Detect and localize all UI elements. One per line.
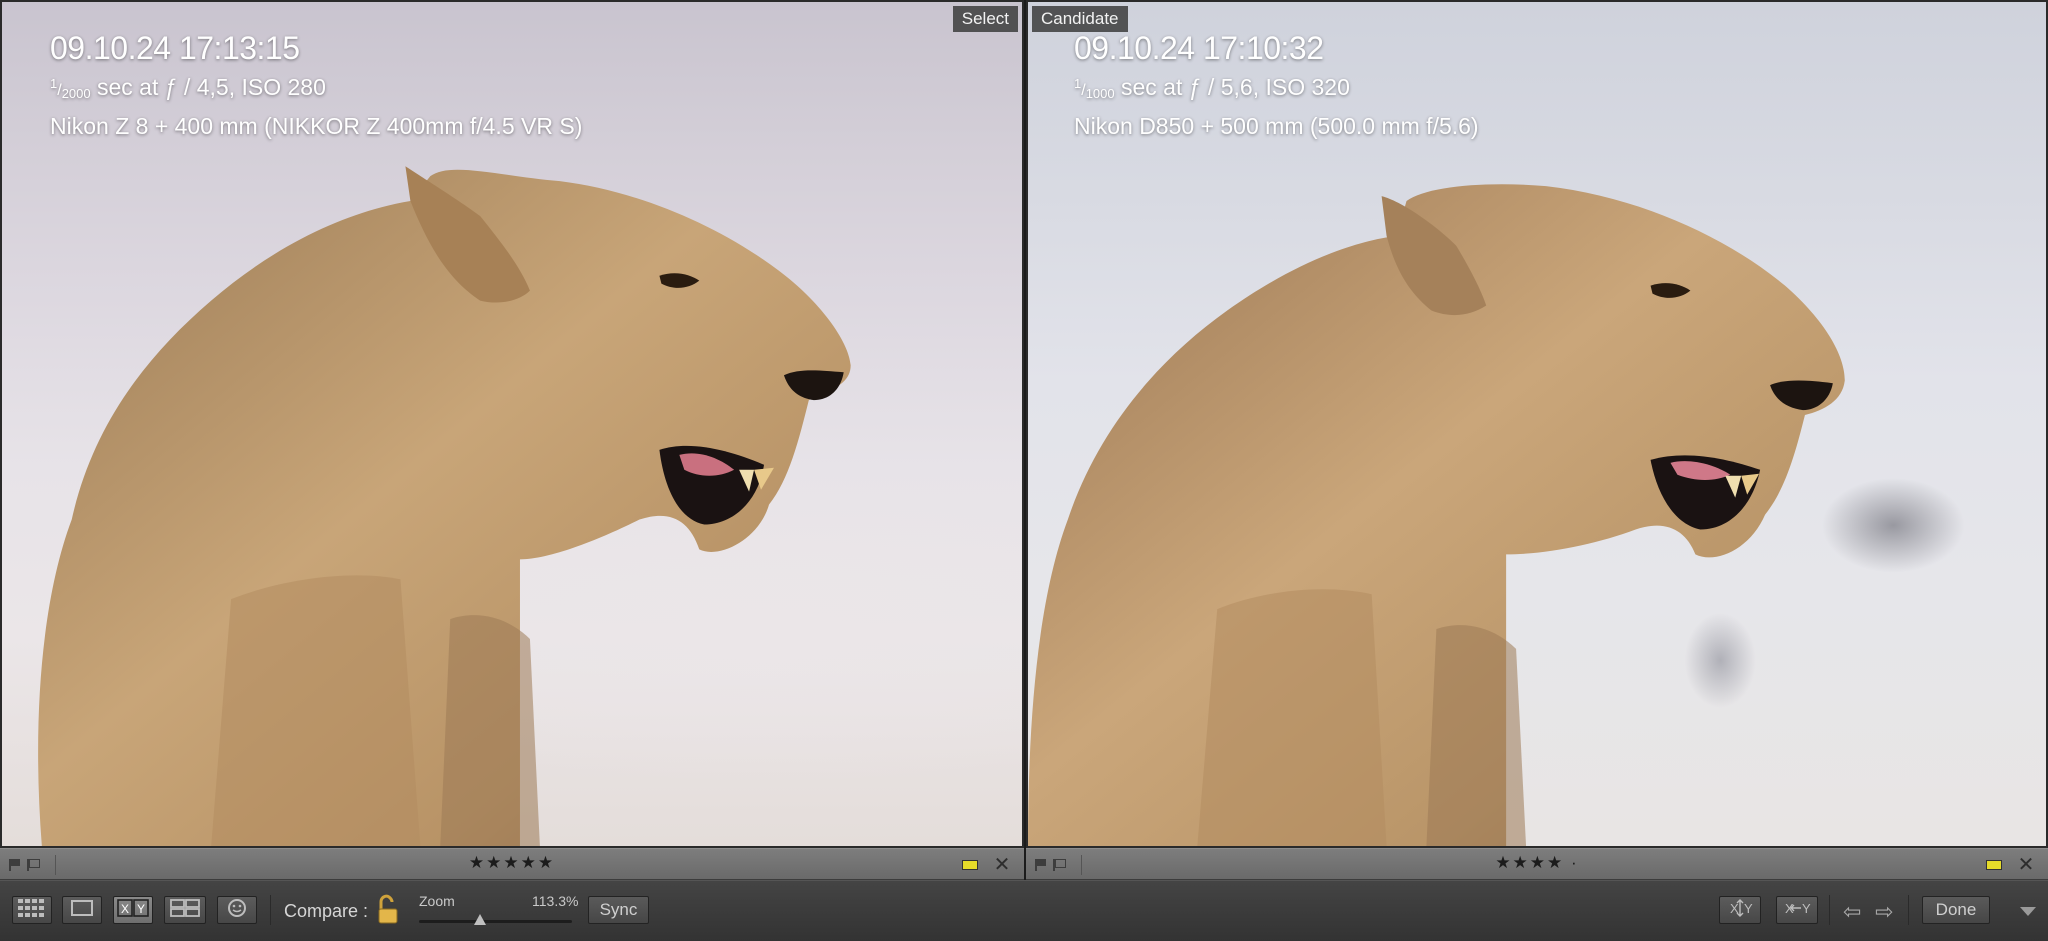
chevron-down-icon[interactable] [2020,907,2036,916]
close-icon[interactable]: ✕ [2016,852,2036,877]
candidate-photo-panel[interactable]: 09.10.24 17:10:32 1/1000 sec at ƒ / 5,6,… [1026,0,2048,848]
swap-button[interactable]: X Y [1719,896,1761,924]
swap-icon: X Y [1730,899,1753,917]
select-capture-time: 09.10.24 17:13:15 [50,30,300,66]
svg-text:Y: Y [137,902,145,916]
compare-view-button[interactable]: X Y [113,896,153,924]
toolbar-divider [270,895,271,925]
make-select-button[interactable]: X Y [1776,896,1818,924]
bottom-toolbar: X Y Compare : Zoom 113.3% Sync X Y X Y ⇦… [0,880,2048,941]
candidate-star-rating[interactable]: ★★★★ · [1026,853,2048,873]
candidate-exposure: 1/1000 sec at ƒ / 5,6, ISO 320 [1074,74,1350,101]
grid-view-icon [18,899,44,917]
zoom-value: 113.3% [532,893,579,909]
people-view-button[interactable] [217,896,257,924]
select-exposure: 1/2000 sec at ƒ / 4,5, ISO 280 [50,74,326,101]
svg-text:Y: Y [1802,901,1811,916]
zoom-slider[interactable] [419,914,572,925]
select-shutter-fraction: 1/2000 [50,76,91,101]
compare-label: Compare : [284,901,369,921]
select-color-label[interactable] [962,860,978,870]
candidate-capture-time: 09.10.24 17:10:32 [1074,30,1324,66]
svg-text:X: X [121,902,129,916]
loupe-view-button[interactable] [62,896,102,924]
toolbar-divider [1908,895,1909,925]
compare-view-icon: X Y [117,899,149,917]
candidate-color-label[interactable] [1986,860,2002,870]
done-button[interactable]: Done [1922,896,1990,924]
loupe-view-icon [71,900,93,916]
candidate-shutter-fraction: 1/1000 [1074,76,1115,101]
candidate-badge: Candidate [1032,6,1128,32]
select-photo-info: 09.10.24 17:13:15 1/2000 sec at ƒ / 4,5,… [50,28,582,142]
people-view-icon [228,899,246,917]
arrow-right-icon[interactable]: ⇨ [1875,899,1893,925]
grid-view-button[interactable] [12,896,52,924]
select-star-rating[interactable]: ★★★★★ [0,853,1024,873]
zoom-slider-thumb[interactable] [474,914,487,925]
zoom-label: Zoom [419,893,455,909]
select-camera-lens: Nikon Z 8 + 400 mm (NIKKOR Z 400mm f/4.5… [50,113,583,139]
select-photo-panel[interactable]: 09.10.24 17:13:15 1/2000 sec at ƒ / 4,5,… [0,0,1024,848]
toolbar-divider [1829,895,1830,925]
candidate-camera-lens: Nikon D850 + 500 mm (500.0 mm f/5.6) [1074,113,1479,139]
sync-button[interactable]: Sync [588,896,649,924]
survey-view-button[interactable] [164,896,206,924]
select-badge: Select [952,6,1018,32]
close-icon[interactable]: ✕ [992,852,1012,877]
candidate-photo-info: 09.10.24 17:10:32 1/1000 sec at ƒ / 5,6,… [1074,28,1479,142]
make-select-icon: X Y [1785,901,1811,916]
select-info-bar: ★★★★★ ✕ [0,848,1024,880]
survey-view-icon [170,899,200,917]
svg-text:Y: Y [1744,901,1753,916]
unlocked-padlock-icon[interactable] [372,893,402,927]
candidate-info-bar: ★★★★ · ✕ [1026,848,2048,880]
arrow-left-icon[interactable]: ⇦ [1843,899,1861,925]
lightroom-compare-window: 09.10.24 17:13:15 1/2000 sec at ƒ / 4,5,… [0,0,2048,941]
